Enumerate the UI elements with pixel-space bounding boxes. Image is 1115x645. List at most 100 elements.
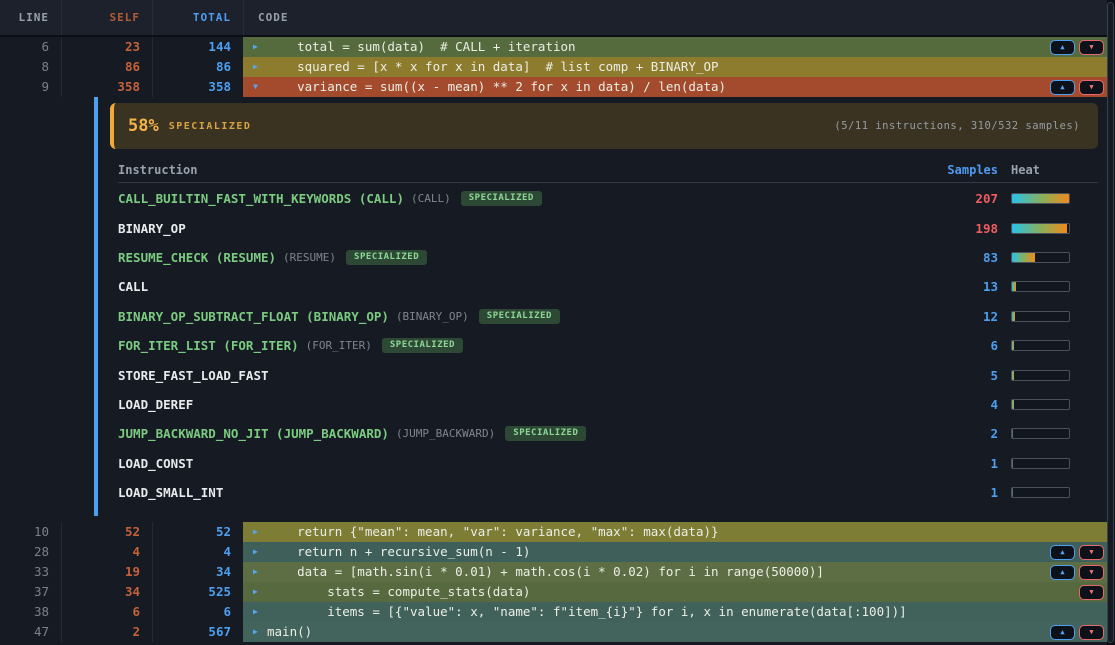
heat-bar-track — [1011, 252, 1070, 263]
nav-down-button[interactable]: ▼ — [1079, 585, 1104, 600]
nav-down-button[interactable]: ▼ — [1079, 625, 1104, 640]
expander-icon[interactable]: ▶ — [253, 602, 267, 622]
vertical-scrollbar[interactable] — [1107, 0, 1115, 645]
expander-icon[interactable]: ▼ — [253, 77, 267, 97]
total-samples: 358 — [152, 77, 243, 97]
expander-icon[interactable]: ▶ — [253, 522, 267, 542]
nav-up-button[interactable]: ▲ — [1050, 625, 1075, 640]
instruction-name: LOAD_DEREF — [118, 397, 193, 412]
instruction-name: FOR_ITER_LIST (FOR_ITER) — [118, 338, 299, 353]
source-code-text: return {"mean": mean, "var": variance, "… — [267, 522, 1096, 542]
instruction-name: RESUME_CHECK (RESUME) — [118, 250, 276, 265]
expander-icon[interactable]: ▶ — [253, 57, 267, 77]
code-cell[interactable]: ▼ variance = sum((x - mean) ** 2 for x i… — [243, 77, 1107, 97]
code-cell[interactable]: ▶ items = [{"value": x, "name": f"item_{… — [243, 602, 1107, 622]
heat-bar-fill — [1012, 282, 1016, 291]
instruction-name: CALL — [118, 279, 148, 294]
instruction-samples: 13 — [938, 279, 998, 294]
base-opcode-name: (CALL) — [411, 192, 451, 205]
nav-up-button[interactable]: ▲ — [1050, 565, 1075, 580]
instruction-row: FOR_ITER_LIST (FOR_ITER) (FOR_ITER) SPEC… — [118, 331, 1098, 360]
code-row-line-10: 10 52 52 ▶ return {"mean": mean, "var": … — [0, 522, 1115, 542]
self-samples: 52 — [61, 522, 152, 542]
nav-up-button[interactable]: ▲ — [1050, 545, 1075, 560]
line-number: 10 — [0, 522, 61, 542]
code-cell[interactable]: ▶ total = sum(data) # CALL + iteration ▲… — [243, 37, 1107, 57]
instruction-name: BINARY_OP_SUBTRACT_FLOAT (BINARY_OP) — [118, 309, 389, 324]
total-samples: 525 — [152, 582, 243, 602]
heat-bar-fill — [1012, 429, 1013, 438]
instruction-row: JUMP_BACKWARD_NO_JIT (JUMP_BACKWARD) (JU… — [118, 419, 1098, 448]
code-row-line-37: 37 34 525 ▶ stats = compute_stats(data) … — [0, 582, 1115, 602]
heat-bar-fill — [1012, 341, 1014, 350]
specialized-badge: SPECIALIZED — [382, 338, 463, 353]
self-samples: 34 — [61, 582, 152, 602]
line-number: 6 — [0, 37, 61, 57]
total-samples: 144 — [152, 37, 243, 57]
code-cell[interactable]: ▶ squared = [x * x for x in data] # list… — [243, 57, 1107, 77]
total-samples: 34 — [152, 562, 243, 582]
nav-down-button[interactable]: ▼ — [1079, 565, 1104, 580]
code-cell[interactable]: ▶ return n + recursive_sum(n - 1) ▲ ▼ — [243, 542, 1107, 562]
code-rows-bottom: 10 52 52 ▶ return {"mean": mean, "var": … — [0, 522, 1115, 642]
nav-down-button[interactable]: ▼ — [1079, 545, 1104, 560]
profiler-app: LINE SELF TOTAL CODE 6 23 144 ▶ total = … — [0, 0, 1115, 645]
instruction-samples: 1 — [938, 485, 998, 500]
instruction-column-header: Instruction — [118, 163, 938, 177]
code-row-line-6: 6 23 144 ▶ total = sum(data) # CALL + it… — [0, 37, 1115, 57]
code-cell[interactable]: ▶ return {"mean": mean, "var": variance,… — [243, 522, 1107, 542]
heat-bar-fill — [1012, 253, 1035, 262]
column-header-code: CODE — [243, 0, 1115, 35]
heat-bar-track — [1011, 487, 1070, 498]
instruction-samples: 2 — [938, 426, 998, 441]
instruction-row: CALL 13 — [118, 272, 1098, 301]
nav-down-button[interactable]: ▼ — [1079, 80, 1104, 95]
instruction-row: STORE_FAST_LOAD_FAST 5 — [118, 360, 1098, 389]
total-samples: 52 — [152, 522, 243, 542]
self-samples: 86 — [61, 57, 152, 77]
specialized-badge: SPECIALIZED — [346, 250, 427, 265]
specialized-percent: 58% — [128, 116, 159, 136]
self-samples: 4 — [61, 542, 152, 562]
expander-icon[interactable]: ▶ — [253, 582, 267, 602]
code-rows-top: 6 23 144 ▶ total = sum(data) # CALL + it… — [0, 37, 1115, 97]
nav-down-button[interactable]: ▼ — [1079, 40, 1104, 55]
heat-bar-track — [1011, 281, 1070, 292]
line-number: 37 — [0, 582, 61, 602]
specialized-badge: SPECIALIZED — [479, 309, 560, 324]
source-code-text: return n + recursive_sum(n - 1) — [267, 542, 1042, 562]
instruction-name: LOAD_CONST — [118, 456, 193, 471]
code-cell[interactable]: ▶ data = [math.sin(i * 0.01) + math.cos(… — [243, 562, 1107, 582]
code-cell[interactable]: ▶ stats = compute_stats(data) ▼ — [243, 582, 1107, 602]
expander-icon[interactable]: ▶ — [253, 622, 267, 642]
total-samples: 6 — [152, 602, 243, 622]
heat-bar-track — [1011, 193, 1070, 204]
expander-icon[interactable]: ▶ — [253, 562, 267, 582]
instruction-table-body: CALL_BUILTIN_FAST_WITH_KEYWORDS (CALL) (… — [118, 184, 1098, 507]
heat-bar-track — [1011, 370, 1070, 381]
specialized-label: SPECIALIZED — [169, 121, 252, 132]
column-header-total: TOTAL — [152, 0, 243, 35]
specialized-badge: SPECIALIZED — [505, 426, 586, 441]
scrollbar-thumb[interactable] — [1107, 2, 1114, 643]
heat-column-header: Heat — [1011, 163, 1070, 177]
heat-bar-fill — [1012, 224, 1067, 233]
expander-icon[interactable]: ▶ — [253, 542, 267, 562]
nav-up-button[interactable]: ▲ — [1050, 80, 1075, 95]
heat-bar-fill — [1012, 371, 1014, 380]
code-row-line-33: 33 19 34 ▶ data = [math.sin(i * 0.01) + … — [0, 562, 1115, 582]
instruction-samples: 4 — [938, 397, 998, 412]
specialization-meta-text: (5/11 instructions, 310/532 samples) — [834, 120, 1080, 132]
heat-bar-track — [1011, 399, 1070, 410]
line-number: 28 — [0, 542, 61, 562]
instruction-samples: 12 — [938, 309, 998, 324]
heat-bar-track — [1011, 311, 1070, 322]
expander-icon[interactable]: ▶ — [253, 37, 267, 57]
expanded-row-connector-line — [94, 97, 98, 516]
self-samples: 23 — [61, 37, 152, 57]
base-opcode-name: (FOR_ITER) — [306, 339, 372, 352]
row-nav-buttons: ▲▼ — [1050, 565, 1107, 580]
nav-up-button[interactable]: ▲ — [1050, 40, 1075, 55]
code-cell[interactable]: ▶ main() ▲▼ — [243, 622, 1107, 642]
table-header: LINE SELF TOTAL CODE — [0, 0, 1115, 37]
